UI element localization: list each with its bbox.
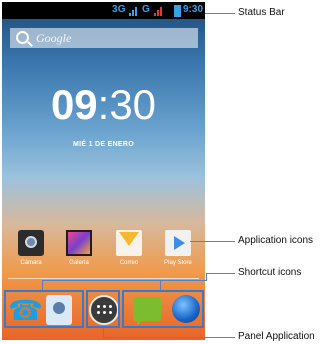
network-type-secondary: G [142,4,150,15]
shortcut-icons-callout-line [206,273,235,274]
play-store-icon [165,230,191,256]
shortcut-bracket-left [42,280,43,290]
app-label: Correo [119,260,139,266]
app-camera[interactable]: Cámara [13,230,49,266]
dock-group-center [86,290,120,328]
signal-icon-secondary [154,5,164,16]
signal-icon [129,5,139,16]
panel-application-callout: Panel Application [238,331,315,342]
clock-widget[interactable]: 09:30 [2,84,205,126]
shortcut-bracket-right [160,280,161,290]
app-label: Galería [69,260,89,266]
battery-icon [174,5,181,17]
search-placeholder: Google [36,31,72,45]
status-bar-callout-line [205,13,235,14]
clock-separator: : [97,81,110,128]
camera-icon [18,230,44,256]
application-icons-callout: Application icons [238,235,314,246]
shortcut-bracket-top [42,280,206,281]
status-time: 9:30 [183,4,204,15]
app-mail[interactable]: Correo [111,230,147,266]
clock-hours: 09 [50,81,98,128]
app-gallery[interactable]: Galería [61,230,97,266]
status-bar-callout: Status Bar [238,7,285,18]
network-type: 3G [112,4,126,15]
mail-icon [116,230,142,256]
dock-group-left [4,290,84,328]
status-bar: 3G G 9:30 [2,2,205,19]
clock-minutes: 30 [109,81,157,128]
dock-group-right [122,290,204,328]
search-icon[interactable] [16,31,29,44]
search-bar[interactable]: Google [10,28,198,48]
app-play-store[interactable]: Play Store [160,230,196,266]
shortcut-icons-callout: Shortcut icons [238,267,302,278]
panel-application-callout-line [103,337,235,338]
app-label: Play Store [164,260,192,266]
app-label: Cámara [20,260,42,266]
date-label: MIÉ 1 DE ENERO [73,141,134,148]
application-icons-callout-line [190,241,235,242]
dock-divider [8,278,199,279]
gallery-icon [66,230,92,256]
shortcut-connector [206,273,207,281]
